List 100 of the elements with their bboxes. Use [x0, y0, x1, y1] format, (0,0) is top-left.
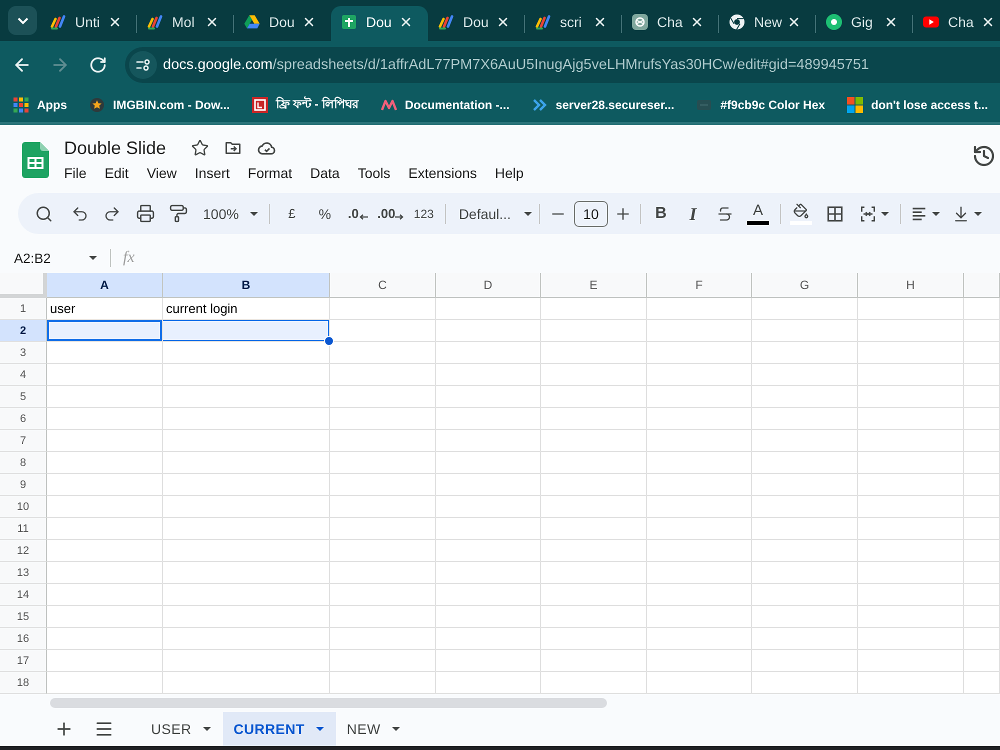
bookmark-link[interactable]: don't lose access t...: [847, 97, 988, 113]
right-arrow-icon: [395, 214, 404, 220]
caret-icon[interactable]: [974, 212, 982, 216]
bookmark-link[interactable]: server28.secureser...: [532, 97, 674, 113]
fill-handle[interactable]: [324, 336, 334, 346]
browser-tab[interactable]: New: [719, 6, 816, 41]
table-cell: [964, 562, 1000, 584]
column-header[interactable]: B: [163, 273, 330, 298]
caret-icon[interactable]: [250, 212, 258, 216]
bookmark-link[interactable]: #f9cb9c Color Hex: [696, 97, 826, 113]
menu-item[interactable]: Extensions: [408, 165, 477, 181]
address-bar[interactable]: docs.google.com/spreadsheets/d/1affrAdL77PM7X6AuU5InugAjg5veLHMrufsYas30HCw/edit#gid=489945751: [125, 46, 1000, 82]
paint-roller-icon[interactable]: [168, 204, 188, 223]
menu-item[interactable]: Data: [310, 165, 340, 181]
undo-icon[interactable]: [71, 204, 89, 222]
tab-list-button[interactable]: [8, 6, 37, 35]
bookmark-link[interactable]: ফ্রি ফন্ট - লিপিঘর: [252, 95, 359, 115]
number-format-button[interactable]: 123: [414, 208, 434, 220]
sheet-tab[interactable]: CURRENT: [222, 712, 336, 746]
table-cell: [964, 430, 1000, 452]
caret-icon[interactable]: [316, 727, 324, 731]
table-cell: [964, 320, 1000, 342]
borders-icon[interactable]: [826, 204, 844, 222]
row-number[interactable]: 13: [0, 562, 47, 584]
italic-button[interactable]: I: [689, 204, 696, 222]
row-number[interactable]: 7: [0, 430, 47, 452]
strikethrough-icon[interactable]: [716, 204, 734, 222]
font-size-field[interactable]: 10: [574, 200, 608, 226]
column-header[interactable]: F: [647, 273, 752, 298]
sheet-tab[interactable]: USER: [140, 712, 222, 746]
caret-icon[interactable]: [89, 256, 97, 260]
browser-tab[interactable]: Mol: [137, 6, 234, 41]
percent-button[interactable]: %: [318, 206, 332, 220]
bookmark-link[interactable]: IMGBIN.com - Dow...: [89, 97, 230, 113]
row-number[interactable]: 12: [0, 540, 47, 562]
row-number[interactable]: 4: [0, 364, 47, 386]
history-icon[interactable]: [972, 144, 996, 168]
decrease-decimals-button[interactable]: .0: [348, 207, 368, 220]
column-header[interactable]: H: [858, 273, 964, 298]
reload-icon[interactable]: [89, 56, 107, 74]
zoom-select[interactable]: 100%: [197, 200, 263, 228]
caret-icon[interactable]: [932, 212, 940, 216]
document-title[interactable]: Double Slide: [64, 138, 166, 158]
print-icon[interactable]: [136, 204, 154, 223]
bookmark-link[interactable]: Apps: [13, 97, 67, 113]
caret-icon[interactable]: [524, 212, 532, 216]
row-number[interactable]: 6: [0, 408, 47, 430]
currency-button[interactable]: £: [288, 207, 296, 220]
column-header[interactable]: A: [47, 273, 163, 298]
redo-icon[interactable]: [103, 204, 121, 222]
caret-icon[interactable]: [202, 727, 210, 731]
scrollbar-thumb[interactable]: [50, 698, 607, 708]
row-number[interactable]: 5: [0, 386, 47, 408]
browser-tab[interactable]: Unti: [40, 6, 137, 41]
text-color-button[interactable]: A: [746, 202, 769, 224]
browser-tab[interactable]: Gig: [816, 6, 913, 41]
menu-item[interactable]: Help: [494, 165, 524, 181]
font-select[interactable]: Defaul...: [452, 200, 537, 228]
caret-icon[interactable]: [392, 727, 400, 731]
sheet-tab[interactable]: NEW: [336, 712, 412, 746]
browser-tab[interactable]: Dou: [234, 6, 331, 41]
folder-arrow-icon[interactable]: [224, 139, 242, 157]
menu-item[interactable]: Insert: [194, 165, 230, 181]
row-number[interactable]: 8: [0, 452, 47, 474]
caret-icon[interactable]: [880, 212, 889, 216]
row-number[interactable]: 10: [0, 496, 47, 518]
bold-button[interactable]: B: [655, 206, 667, 222]
column-header[interactable]: G: [752, 273, 858, 298]
column-header[interactable]: D: [436, 273, 541, 298]
merge-cells-icon[interactable]: [858, 204, 877, 222]
bookmark-link[interactable]: Documentation -...: [380, 97, 510, 113]
column-header[interactable]: C: [330, 273, 436, 298]
table-cell: [964, 386, 1000, 408]
fill-color-button[interactable]: [790, 202, 812, 224]
row-number[interactable]: 1: [0, 298, 47, 320]
name-box[interactable]: A2:B2: [0, 250, 105, 266]
row-number[interactable]: 11: [0, 518, 47, 540]
row-number[interactable]: 2: [0, 320, 47, 342]
menu-item[interactable]: File: [64, 165, 87, 181]
browser-tab[interactable]: Dou: [331, 6, 428, 41]
row-number[interactable]: 14: [0, 584, 47, 606]
menu-item[interactable]: Edit: [104, 165, 129, 181]
row-number[interactable]: 3: [0, 342, 47, 364]
browser-tab[interactable]: scri: [525, 6, 622, 41]
row-number[interactable]: 16: [0, 628, 47, 650]
sheet-icon: [341, 14, 357, 30]
menu-item[interactable]: View: [146, 165, 177, 181]
row-number[interactable]: 18: [0, 672, 47, 694]
column-header[interactable]: E: [541, 273, 647, 298]
site-info-icon[interactable]: [129, 50, 157, 78]
menu-item[interactable]: Tools: [358, 165, 390, 181]
search-icon[interactable]: [35, 204, 53, 222]
row-number[interactable]: 9: [0, 474, 47, 496]
increase-decimals-button[interactable]: .00: [377, 207, 404, 220]
row-number[interactable]: 15: [0, 606, 47, 628]
browser-tab[interactable]: Dou: [428, 6, 525, 41]
menu-item[interactable]: Format: [248, 165, 292, 181]
row-number[interactable]: 17: [0, 650, 47, 672]
browser-tab[interactable]: Cha: [622, 6, 719, 41]
star-icon[interactable]: [191, 139, 210, 157]
